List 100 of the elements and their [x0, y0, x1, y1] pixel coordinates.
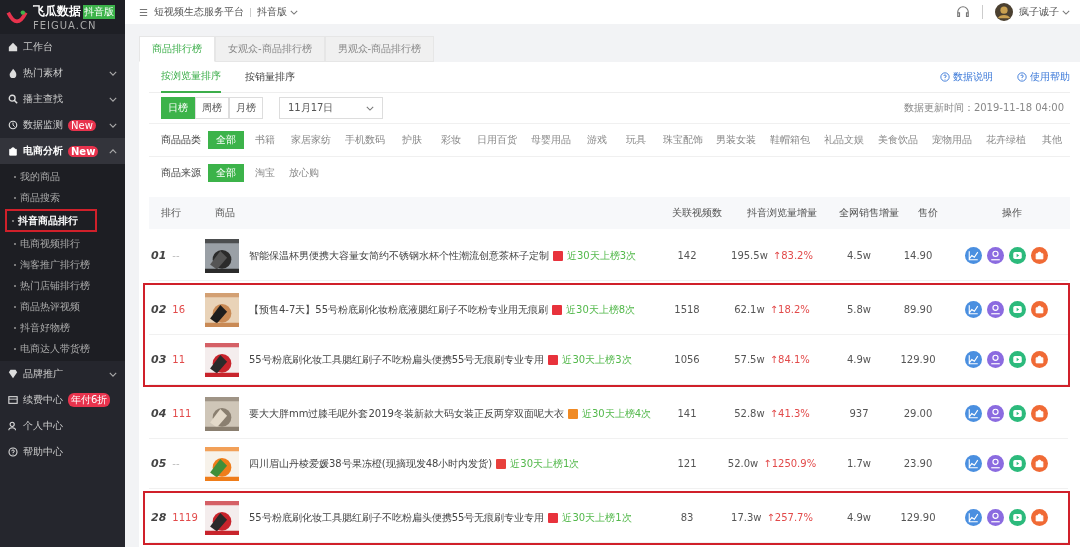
filter-option[interactable]: 护肤 — [393, 131, 430, 149]
sidebar-subitem[interactable]: 抖音好物榜 — [2, 317, 123, 338]
table-cell-text: 83 — [679, 512, 695, 523]
search-icon — [8, 94, 18, 104]
filter-option[interactable]: 珠宝配饰 — [657, 131, 709, 149]
help-icon[interactable] — [940, 72, 950, 82]
table-cell-text: 29.00 — [902, 408, 934, 419]
menu-icon[interactable]: ☰ — [139, 6, 148, 18]
diamond-icon — [8, 369, 18, 379]
video-icon[interactable] — [1008, 405, 1026, 422]
table-cell-text: 4.9w — [845, 512, 873, 523]
user-icon[interactable] — [986, 351, 1004, 368]
filter-option[interactable]: 玩具 — [618, 131, 655, 149]
shop-icon[interactable] — [1030, 509, 1048, 526]
table-cell: 62.1w — [734, 304, 765, 315]
avatar[interactable] — [995, 3, 1013, 21]
table-cell-text: 14.90 — [902, 250, 934, 261]
video-icon[interactable] — [1008, 351, 1026, 368]
date-dropdown[interactable]: 11月17日 — [279, 97, 383, 119]
period-button[interactable]: 月榜 — [229, 97, 263, 119]
shop-icon[interactable] — [1030, 351, 1048, 368]
sidebar-item[interactable]: 个人中心 — [0, 413, 125, 439]
filter-option[interactable]: 其他 — [1033, 131, 1070, 149]
video-icon[interactable] — [1008, 247, 1026, 264]
user-icon[interactable] — [986, 405, 1004, 422]
logo-domain: FEIGUA.CN — [33, 20, 98, 31]
filter-option[interactable]: 日用百货 — [471, 131, 523, 149]
filter-option[interactable]: 鞋帽箱包 — [764, 131, 816, 149]
caret-icon — [289, 9, 298, 15]
filter-option[interactable]: 手机数码 — [339, 131, 391, 149]
filter-option[interactable]: 书籍 — [247, 131, 283, 149]
platform-title: 短视频生态服务平台 — [153, 5, 244, 19]
video-icon[interactable] — [1008, 455, 1026, 472]
shop-icon[interactable] — [1030, 405, 1048, 422]
sidebar-item[interactable]: 帮助中心 — [0, 439, 125, 465]
shop-icon[interactable] — [1030, 247, 1048, 264]
sort-tab[interactable]: 按销量排序 — [245, 62, 295, 92]
filter-option[interactable]: 礼品文娱 — [818, 131, 870, 149]
user-menu[interactable]: 疯子诚子 — [1019, 5, 1070, 19]
sidebar-item[interactable]: 品牌推广 — [0, 361, 125, 387]
help-icon — [8, 447, 18, 457]
sidebar-item[interactable]: 数据监测 New — [0, 112, 125, 138]
table-cell-text: 1.7w — [845, 458, 873, 469]
filter-option[interactable]: 母婴用品 — [525, 131, 577, 149]
filter-label: 商品品类 — [161, 133, 201, 147]
chart-icon[interactable] — [964, 509, 982, 526]
shop-icon[interactable] — [1030, 455, 1048, 472]
user-icon[interactable] — [986, 455, 1004, 472]
caret-icon — [366, 105, 374, 111]
sidebar-subitem[interactable]: 电商视频排行 — [2, 233, 123, 254]
sidebar-item[interactable]: 热门素材 — [0, 60, 125, 86]
help-link[interactable]: 使用帮助 — [1030, 70, 1070, 84]
filter-option[interactable]: 花卉绿植 — [980, 131, 1031, 149]
shop-icon[interactable] — [1030, 301, 1048, 318]
user-icon — [8, 421, 18, 431]
edition-dropdown[interactable]: 抖音版 — [256, 5, 298, 19]
sidebar-subitem[interactable]: 淘客推广排行榜 — [2, 254, 123, 275]
nav-label: 播主查找 — [23, 92, 63, 106]
chart-icon[interactable] — [964, 405, 982, 422]
user-icon[interactable] — [986, 301, 1004, 318]
sidebar-item[interactable]: 工作台 — [0, 34, 125, 60]
product-title[interactable]: 55号粉底刷化妆工具腮红刷子不吃粉扁头便携55号无痕刷专业专用 — [249, 352, 545, 367]
filter-option[interactable]: 淘宝 — [247, 164, 283, 182]
sidebar-subitem[interactable]: 电商达人带货榜 — [2, 338, 123, 359]
filter-option[interactable]: 游戏 — [579, 131, 616, 149]
product-title[interactable]: 智能保温杯男便携大容量女简约不锈钢水杯个性潮流创意茶杯子定制 — [249, 248, 549, 263]
video-icon[interactable] — [1008, 509, 1026, 526]
chart-icon[interactable] — [964, 455, 982, 472]
video-icon[interactable] — [1008, 301, 1026, 318]
sidebar-item[interactable]: 播主查找 — [0, 86, 125, 112]
help-icon[interactable] — [1017, 72, 1027, 82]
table-cell-text: 129.90 — [899, 512, 937, 523]
sidebar-subitem[interactable]: 商品热评视频 — [2, 296, 123, 317]
user-icon[interactable] — [986, 509, 1004, 526]
period-button[interactable]: 周榜 — [195, 97, 229, 119]
filter-option[interactable]: 宠物用品 — [926, 131, 978, 149]
sidebar-item[interactable]: 续费中心 年付6折 — [0, 387, 125, 413]
sidebar-subitem[interactable]: 热门店铺排行榜 — [2, 275, 123, 296]
product-title[interactable]: 四川眉山丹棱爱媛38号果冻橙(现摘现发48小时内发货) — [249, 456, 493, 471]
filter-option[interactable]: 美食饮品 — [872, 131, 924, 149]
sidebar-subitem[interactable]: 抖音商品排行 — [5, 209, 97, 232]
chart-icon[interactable] — [964, 301, 982, 318]
chart-icon[interactable] — [964, 351, 982, 368]
chart-icon[interactable] — [964, 247, 982, 264]
filter-option[interactable]: 男装女装 — [711, 131, 762, 149]
headset-icon[interactable] — [956, 5, 970, 19]
sidebar-item[interactable]: 电商分析 New — [0, 138, 125, 164]
table-cell-text: 1518 — [673, 304, 701, 315]
sidebar-subitem[interactable]: 商品搜索 — [2, 187, 123, 208]
product-title[interactable]: 55号粉底刷化妆工具腮红刷子不吃粉扁头便携55号无痕刷专业专用 — [249, 510, 545, 525]
growth-rate: ↑84.1% — [769, 354, 810, 365]
filter-option[interactable]: 家居家纺 — [286, 131, 337, 149]
user-icon[interactable] — [986, 247, 1004, 264]
product-title[interactable]: 要大大胖mm过膝毛呢外套2019冬装新款大码女装正反两穿双面呢大衣 — [249, 406, 564, 421]
filter-option[interactable]: 彩妆 — [432, 131, 469, 149]
column-header: 抖音浏览量增量 — [746, 206, 818, 220]
product-title[interactable]: 【预售4-7天】55号粉底刷化妆粉底液腮红刷子不吃粉专业用无痕刷 — [249, 302, 549, 317]
help-link[interactable]: 数据说明 — [953, 70, 993, 84]
filter-option[interactable]: 放心购 — [286, 164, 322, 182]
sidebar-subitem[interactable]: 我的商品 — [2, 166, 123, 187]
